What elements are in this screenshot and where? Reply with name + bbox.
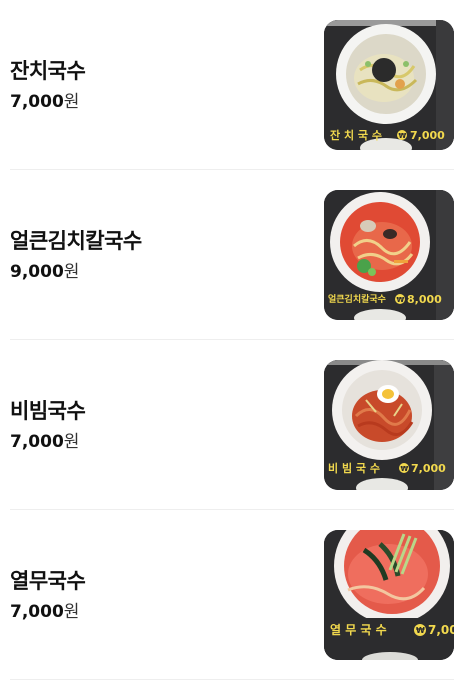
sign-menu-name: 열 무 국 수	[330, 622, 387, 637]
menu-item-photo[interactable]: 잔 치 국 수 ₩ 7,000	[324, 19, 454, 150]
price-unit: 원	[63, 431, 80, 452]
menu-item-price: 7,000원	[10, 430, 85, 454]
menu-item-eolkeun-kimchi-kalguksu[interactable]: 얼큰김치칼국수 9,000원 얼큰김치칼국수 ₩ 8,000	[10, 170, 454, 340]
menu-item-bibim-guksu[interactable]: 비빔국수 7,000원 비 빔 국 수 ₩ 7,000	[10, 340, 454, 510]
sign-menu-name: 비 빔 국 수	[328, 461, 380, 475]
menu-item-name: 얼큰김치칼국수	[10, 228, 142, 253]
won-icon: ₩	[399, 132, 407, 140]
menu-item-info: 열무국수 7,000원	[10, 566, 86, 624]
price-value: 7,000	[10, 601, 64, 622]
price-unit: 원	[63, 91, 80, 112]
menu-item-photo[interactable]: 비 빔 국 수 ₩ 7,000	[324, 359, 454, 490]
menu-item-info: 잔치국수 7,000원	[10, 56, 86, 114]
price-value: 7,000	[10, 91, 64, 112]
menu-item-photo[interactable]: 얼큰김치칼국수 ₩ 8,000	[324, 189, 454, 320]
sign-price: 7,000	[410, 129, 445, 142]
menu-item-janchi-guksu[interactable]: 잔치국수 7,000원 잔 치 국 수 ₩ 7,000	[10, 0, 454, 170]
menu-item-photo[interactable]: 열 무 국 수 ₩ 7,00	[324, 529, 454, 660]
menu-item-yeolmu-guksu[interactable]: 열무국수 7,000원 열 무 국 수 ₩ 7,00	[10, 510, 454, 680]
menu-item-name: 열무국수	[10, 568, 86, 593]
price-unit: 원	[63, 261, 80, 282]
menu-item-info: 비빔국수 7,000원	[10, 396, 86, 454]
menu-item-price: 7,000원	[10, 600, 85, 624]
menu-item-price: 9,000원	[10, 260, 142, 284]
menu-list: 잔치국수 7,000원 잔 치 국 수 ₩ 7,000 얼큰김치칼국수 9,00…	[0, 0, 464, 680]
price-value: 7,000	[10, 431, 64, 452]
menu-item-name: 비빔국수	[10, 398, 86, 423]
sign-menu-name: 얼큰김치칼국수	[328, 293, 386, 305]
sign-price: 7,00	[428, 623, 454, 637]
menu-item-price: 7,000원	[10, 90, 85, 114]
price-value: 9,000	[10, 261, 64, 282]
won-icon: ₩	[416, 626, 425, 635]
menu-item-name: 잔치국수	[10, 58, 86, 83]
sign-menu-name: 잔 치 국 수	[330, 128, 382, 142]
won-icon: ₩	[401, 465, 409, 473]
price-unit: 원	[63, 601, 80, 622]
menu-item-info: 얼큰김치칼국수 9,000원	[10, 226, 142, 284]
sign-price: 8,000	[407, 293, 442, 306]
won-icon: ₩	[397, 296, 405, 304]
sign-price: 7,000	[411, 462, 446, 475]
